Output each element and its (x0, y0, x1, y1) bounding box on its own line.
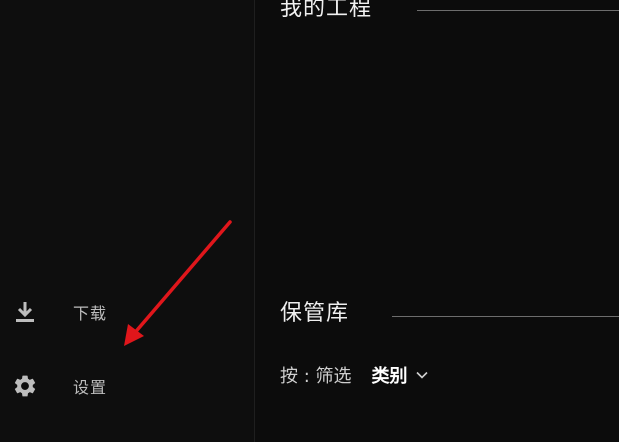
sidebar-item-settings[interactable]: 设置 (0, 366, 254, 406)
sidebar: 下载 设置 (0, 0, 254, 442)
section-title-my-projects: 我的工程 (280, 0, 373, 21)
gear-icon (12, 373, 38, 399)
sidebar-item-label: 下载 (73, 304, 108, 323)
main-panel: 我的工程 保管库 按 : 筛选 类别 (255, 0, 619, 442)
section-divider (392, 316, 619, 317)
sidebar-item-downloads[interactable]: 下载 (0, 292, 254, 332)
filter-dropdown[interactable]: 类别 (372, 362, 428, 388)
section-divider (417, 10, 619, 11)
filter-label: 按 : 筛选 (280, 366, 352, 387)
filter-row: 按 : 筛选 类别 (280, 362, 428, 388)
sidebar-item-label: 设置 (73, 378, 108, 397)
chevron-down-icon (415, 371, 428, 379)
section-title-vault: 保管库 (280, 301, 350, 326)
download-icon (12, 299, 38, 325)
filter-value: 类别 (371, 366, 408, 387)
